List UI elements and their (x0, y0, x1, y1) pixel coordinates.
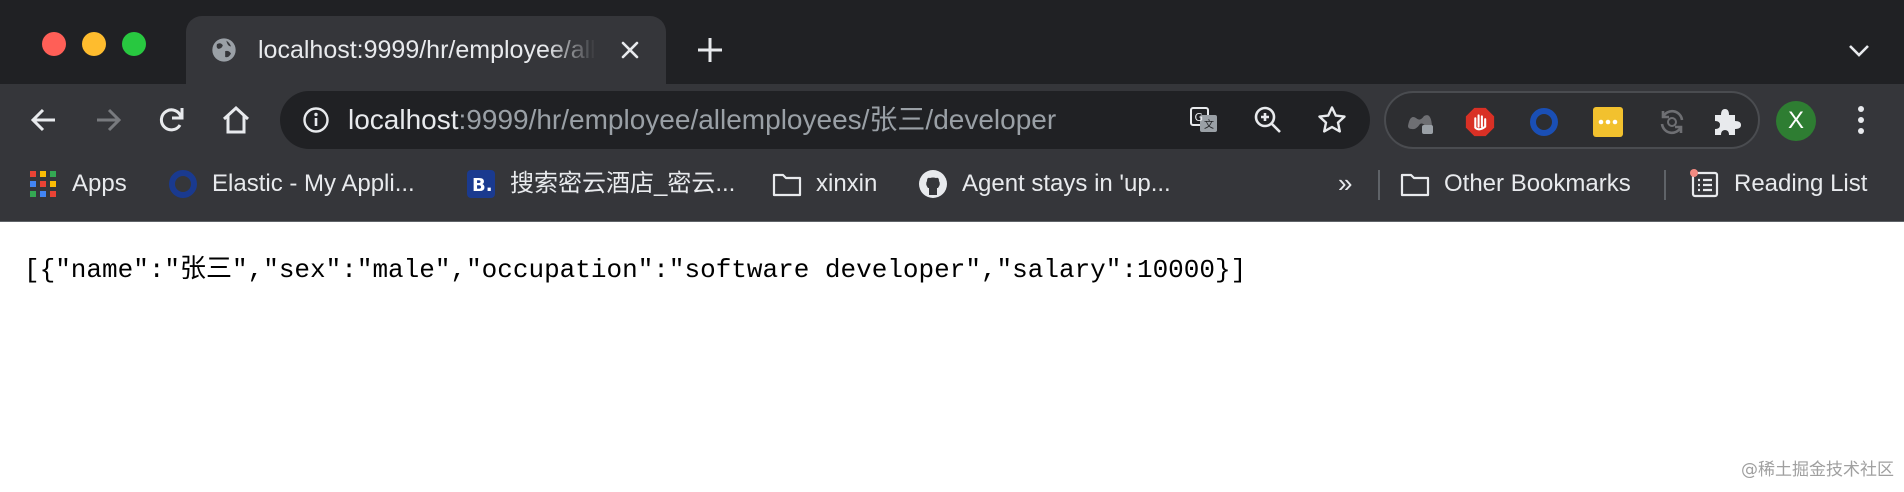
bookmark-folder-xinxin[interactable]: xinxin (772, 160, 877, 208)
bookmark-label: Agent stays in 'up... (962, 170, 1171, 197)
folder-icon (1400, 169, 1430, 199)
adblock-icon[interactable] (1464, 106, 1496, 138)
zoom-icon[interactable] (1252, 104, 1284, 136)
url-text[interactable]: localhost:9999/hr/employee/allemployees/… (348, 103, 1056, 137)
back-button[interactable] (22, 98, 66, 142)
home-button[interactable] (214, 98, 258, 142)
kebab-menu-icon[interactable] (1846, 102, 1876, 138)
svg-text:文: 文 (1204, 118, 1214, 131)
url-host: localhost (348, 104, 459, 135)
elastic-icon (168, 169, 198, 199)
window-minimize-button[interactable] (82, 32, 106, 56)
bookmark-other-bookmarks[interactable]: Other Bookmarks (1400, 160, 1631, 208)
meta-extension-icon[interactable] (1404, 106, 1436, 138)
bookmark-booking[interactable]: B. 搜索密云酒店_密云... (466, 160, 735, 208)
profile-avatar[interactable]: X (1776, 101, 1816, 141)
bookmark-github[interactable]: Agent stays in 'up... (918, 160, 1171, 208)
window-close-button[interactable] (42, 32, 66, 56)
info-icon[interactable] (302, 106, 330, 134)
svg-text:B.: B. (472, 175, 493, 196)
bookmark-label: xinxin (816, 170, 878, 197)
svg-text:G: G (1195, 111, 1204, 124)
tab-strip: localhost:9999/hr/employee/allemployees/… (0, 0, 1904, 84)
puzzle-icon[interactable] (1710, 106, 1742, 138)
tab-active[interactable]: localhost:9999/hr/employee/allemployees/… (186, 16, 666, 84)
bookmark-label: Reading List (1734, 170, 1868, 197)
watermark: @稀土掘金技术社区 (1741, 460, 1894, 480)
bookmark-label: Elastic - My Appli... (212, 170, 415, 197)
bookmark-elastic[interactable]: Elastic - My Appli... (168, 160, 415, 208)
booking-icon: B. (466, 169, 496, 199)
yellow-dots-extension-icon[interactable] (1592, 106, 1624, 138)
bookmark-label: Other Bookmarks (1444, 170, 1631, 197)
forward-button[interactable] (86, 98, 130, 142)
close-icon[interactable] (616, 36, 644, 64)
translate-icon[interactable]: G文 (1188, 104, 1220, 136)
apps-grid-icon (28, 169, 58, 199)
url-path: :9999/hr/employee/allemployees/张三/develo… (458, 104, 1057, 135)
blue-ring-extension-icon[interactable] (1528, 106, 1560, 138)
chevron-down-icon[interactable] (1842, 34, 1876, 68)
bookmarks-overflow-button[interactable]: » (1338, 168, 1352, 198)
tab-title: localhost:9999/hr/employee/allemployees/… (258, 36, 596, 64)
sync-extension-icon[interactable] (1656, 106, 1688, 138)
reading-list-button[interactable]: Reading List (1690, 160, 1867, 208)
bookmarks-separator (1664, 170, 1666, 200)
bookmark-label: Apps (72, 170, 127, 197)
folder-icon (772, 169, 802, 199)
address-bar[interactable]: localhost:9999/hr/employee/allemployees/… (280, 91, 1370, 149)
new-tab-button[interactable] (692, 32, 728, 68)
extensions-bar (1384, 91, 1760, 149)
window-zoom-button[interactable] (122, 32, 146, 56)
browser-chrome: localhost:9999/hr/employee/allemployees/… (0, 0, 1904, 222)
toolbar-divider (0, 221, 1904, 222)
github-icon (918, 169, 948, 199)
bookmarks-separator (1378, 170, 1380, 200)
reading-list-icon (1690, 169, 1720, 199)
bookmarks-bar: Apps Elastic - My Appli... B. 搜索密云酒店_密云.… (0, 160, 1904, 222)
bookmark-label: 搜索密云酒店_密云... (510, 170, 736, 197)
star-icon[interactable] (1316, 104, 1348, 136)
reload-button[interactable] (150, 98, 194, 142)
bookmark-apps[interactable]: Apps (28, 160, 127, 208)
globe-icon (210, 36, 238, 64)
json-response-body: [{"name":"张三","sex":"male","occupation":… (24, 255, 1247, 285)
